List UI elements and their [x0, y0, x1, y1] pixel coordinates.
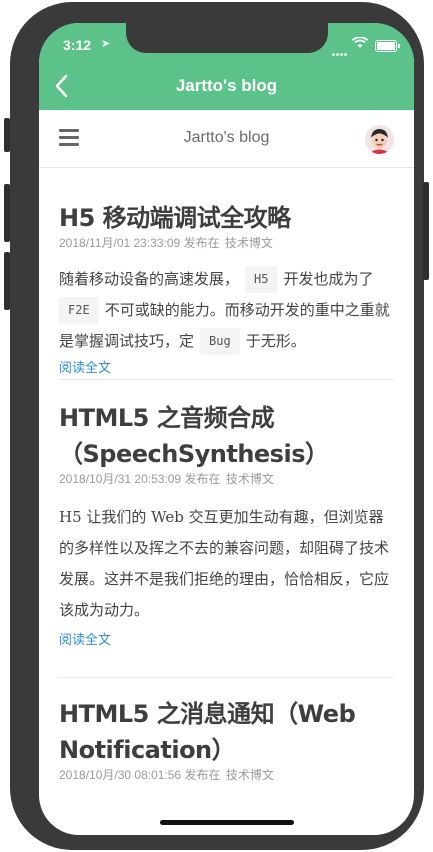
post-title[interactable]: H5 移动端调试全攻略 — [59, 200, 394, 236]
post-title[interactable]: HTML5 之消息通知（Web Notification） — [59, 696, 394, 768]
post-category[interactable]: 技术博文 — [225, 236, 273, 250]
post-excerpt: 随着移动设备的高速发展， H5 开发也成为了F2E 不可或缺的能力。而移动开发的重中之… — [59, 264, 394, 357]
posted-in-label: 发布在 — [184, 472, 221, 486]
battery-icon — [375, 40, 400, 52]
post-date: 2018/10月/30 08:01:56 — [59, 768, 182, 782]
nav-title: Jartto's blog — [175, 76, 278, 95]
volume-down-button — [4, 252, 10, 310]
post-category[interactable]: 技术博文 — [226, 472, 274, 486]
home-indicator[interactable] — [160, 820, 294, 825]
read-more-link[interactable]: 阅读全文 — [59, 360, 111, 378]
posted-in-label: 发布在 — [183, 236, 220, 250]
post-meta: 2018/10月/30 08:01:56 发布在 技术博文 — [59, 768, 394, 782]
posted-in-label: 发布在 — [184, 768, 221, 782]
phone-frame: 3:12 ➤ Jartto's blog Jartto's blog H5 移动… — [10, 2, 424, 850]
post-title-line: （SpeechSynthesis） — [59, 440, 329, 468]
excerpt-text: 随着移动设备的高速发展， — [59, 270, 240, 288]
inline-code: H5 — [245, 266, 278, 293]
site-title[interactable]: Jartto's blog — [39, 129, 414, 147]
signal-icon — [332, 41, 348, 56]
excerpt-text: 开发也成为了 — [283, 270, 374, 288]
post-title[interactable]: HTML5 之音频合成 （SpeechSynthesis） — [59, 400, 394, 472]
volume-up-button — [4, 184, 10, 242]
site-header: Jartto's blog — [39, 110, 414, 168]
post-meta: 2018/10月/31 20:53:09 发布在 技术博文 — [59, 472, 394, 486]
inline-code: F2E — [59, 297, 99, 324]
post-title-line: Notification） — [59, 736, 236, 764]
post-title-line: HTML5 之音频合成 — [59, 404, 275, 432]
wifi-icon — [352, 37, 368, 48]
power-button — [423, 182, 429, 280]
status-time: 3:12 — [63, 37, 92, 53]
post-item: H5 移动端调试全攻略 2018/11月/01 23:33:09 发布在 技术博… — [59, 167, 394, 380]
read-more-link[interactable]: 阅读全文 — [59, 632, 111, 650]
post-date: 2018/10月/31 20:53:09 — [59, 472, 182, 486]
post-list: H5 移动端调试全攻略 2018/11月/01 23:33:09 发布在 技术博… — [59, 167, 394, 782]
post-title-line: HTML5 之消息通知（Web — [59, 700, 356, 728]
post-excerpt: H5 让我们的 Web 交互更加生动有趣，但浏览器的多样性以及挥之不去的兼容问题… — [59, 508, 390, 619]
location-arrow-icon: ➤ — [101, 37, 111, 50]
post-item: HTML5 之消息通知（Web Notification） 2018/10月/30… — [59, 678, 394, 782]
excerpt-text: 于无形。 — [245, 332, 306, 350]
post-category[interactable]: 技术博文 — [226, 768, 274, 782]
avatar[interactable] — [365, 125, 394, 154]
post-item: HTML5 之音频合成 （SpeechSynthesis） 2018/10月/31… — [59, 380, 394, 678]
silent-switch — [4, 118, 10, 152]
post-date: 2018/11月/01 23:33:09 — [59, 236, 181, 250]
screen: 3:12 ➤ Jartto's blog Jartto's blog H5 移动… — [39, 23, 414, 835]
notch — [126, 23, 328, 53]
post-meta: 2018/11月/01 23:33:09 发布在 技术博文 — [59, 236, 394, 250]
inline-code: Bug — [200, 328, 240, 355]
